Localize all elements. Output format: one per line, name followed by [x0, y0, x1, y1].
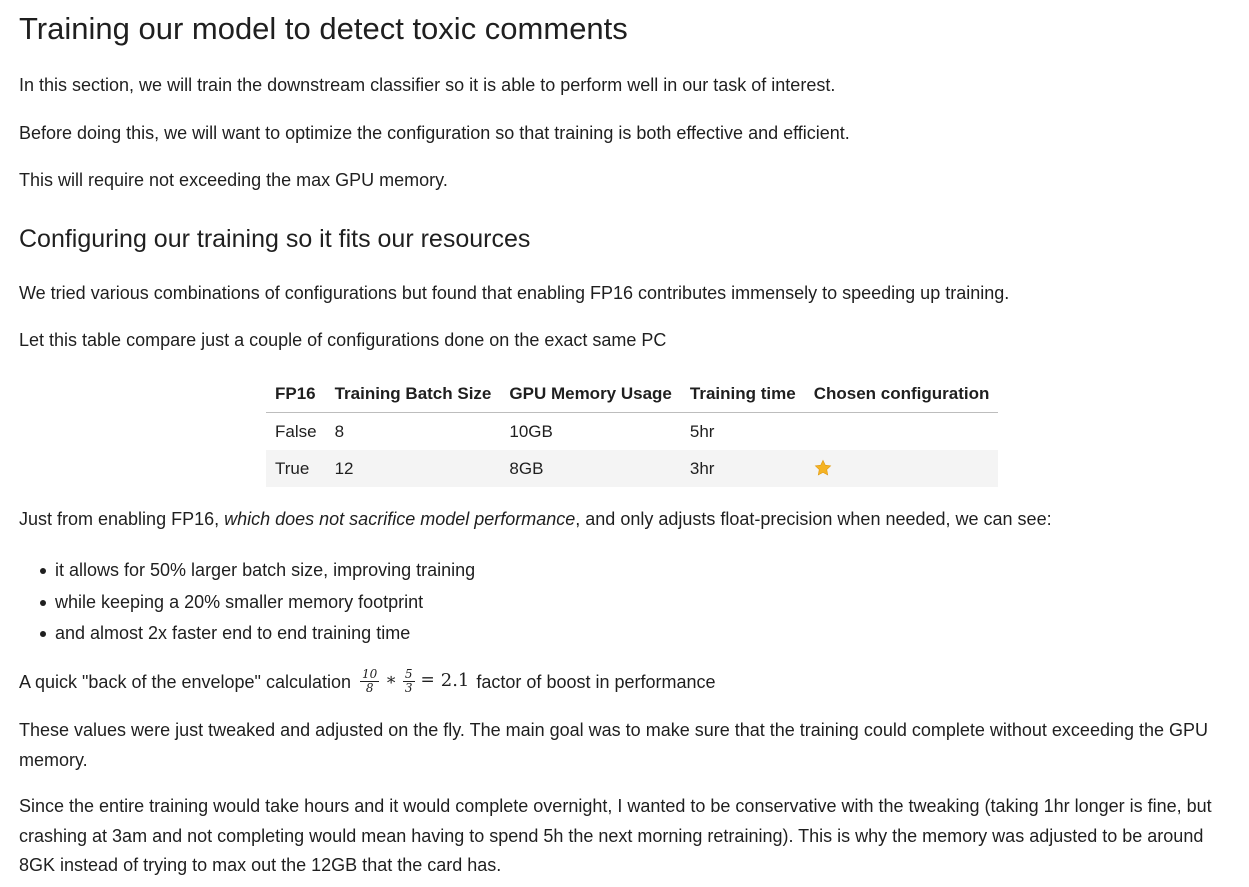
observation-paragraph: Just from enabling FP16, which does not …	[19, 505, 1052, 535]
calc-suffix: factor of boost in performance	[476, 672, 716, 692]
page-title: Training our model to detect toxic comme…	[19, 11, 628, 46]
config-table: FP16 Training Batch Size GPU Memory Usag…	[266, 376, 999, 487]
cell-gpu-memory: 8GB	[500, 450, 681, 487]
bullet-dot	[40, 568, 46, 574]
math-result: 2.1	[440, 670, 470, 692]
closing-paragraph-2: Since the entire training would take hou…	[19, 796, 1212, 875]
bullet-dot	[40, 631, 46, 637]
fraction-1-denominator: 8	[365, 680, 374, 695]
header-batch-size: Training Batch Size	[325, 376, 501, 413]
fraction-2-denominator: 3	[404, 680, 413, 695]
calculation-paragraph: A quick "back of the envelope" calculati…	[19, 666, 716, 698]
config-table-wrapper: FP16 Training Batch Size GPU Memory Usag…	[266, 376, 999, 487]
observation-emphasis: which does not sacrifice model performan…	[224, 509, 576, 529]
list-item-text: and almost 2x faster end to end training…	[55, 623, 411, 643]
header-gpu-memory: GPU Memory Usage	[500, 376, 681, 413]
fraction-2: 53	[402, 666, 415, 695]
section-paragraph-1: We tried various combinations of configu…	[19, 283, 1010, 303]
list-item: it allows for 50% larger batch size, imp…	[19, 555, 475, 587]
cell-chosen	[805, 413, 999, 451]
intro-paragraph-1: In this section, we will train the downs…	[19, 75, 836, 95]
fraction-1-numerator: 10	[360, 666, 380, 682]
benefits-list: it allows for 50% larger batch size, imp…	[19, 555, 475, 650]
cell-gpu-memory: 10GB	[509, 421, 553, 441]
intro-paragraph-2: Before doing this, we will want to optim…	[19, 123, 850, 143]
cell-training-time: 3hr	[680, 450, 805, 487]
cell-chosen	[804, 450, 999, 487]
math-formula: 10 8 ∗ 5 3 = 2.1	[360, 666, 469, 696]
table-row: False 8 10GB 5hr	[266, 413, 998, 451]
header-fp16: FP16	[266, 376, 326, 413]
cell-fp16: False	[275, 421, 317, 441]
calc-prefix: A quick "back of the envelope" calculati…	[19, 672, 351, 692]
list-item-text: it allows for 50% larger batch size, imp…	[55, 560, 476, 580]
observation-suffix: , and only adjusts float-precision when …	[575, 509, 1052, 529]
section-paragraph-2: Let this table compare just a couple of …	[19, 330, 667, 350]
fraction-1: 10 8	[360, 666, 380, 695]
closing-paragraph-1: These values were just tweaked and adjus…	[19, 720, 1209, 770]
section-heading: Configuring our training so it fits our …	[19, 225, 531, 253]
list-item: while keeping a 20% smaller memory footp…	[19, 587, 475, 619]
header-training-time: Training time	[680, 376, 805, 413]
table-row: True 12 8GB 3hr	[266, 450, 999, 487]
observation-prefix: Just from enabling FP16,	[19, 509, 225, 529]
cell-training-time: 5hr	[689, 421, 715, 441]
cell-batch-size: 12	[325, 450, 501, 487]
list-item: and almost 2x faster end to end training…	[19, 618, 475, 650]
cell-batch-size: 8	[334, 421, 345, 441]
bullet-dot	[40, 599, 46, 606]
header-chosen: Chosen configuration	[804, 376, 999, 413]
table-header-row: FP16 Training Batch Size GPU Memory Usag…	[266, 376, 999, 413]
list-item-text: while keeping a 20% smaller memory footp…	[55, 591, 424, 612]
intro-paragraph-3: This will require not exceeding the max …	[19, 170, 448, 190]
fraction-2-numerator: 5	[402, 666, 415, 682]
star-icon	[814, 459, 832, 475]
multiply-operator: ∗	[385, 670, 397, 691]
equals-operator: =	[420, 670, 435, 691]
cell-fp16: True	[266, 450, 326, 487]
